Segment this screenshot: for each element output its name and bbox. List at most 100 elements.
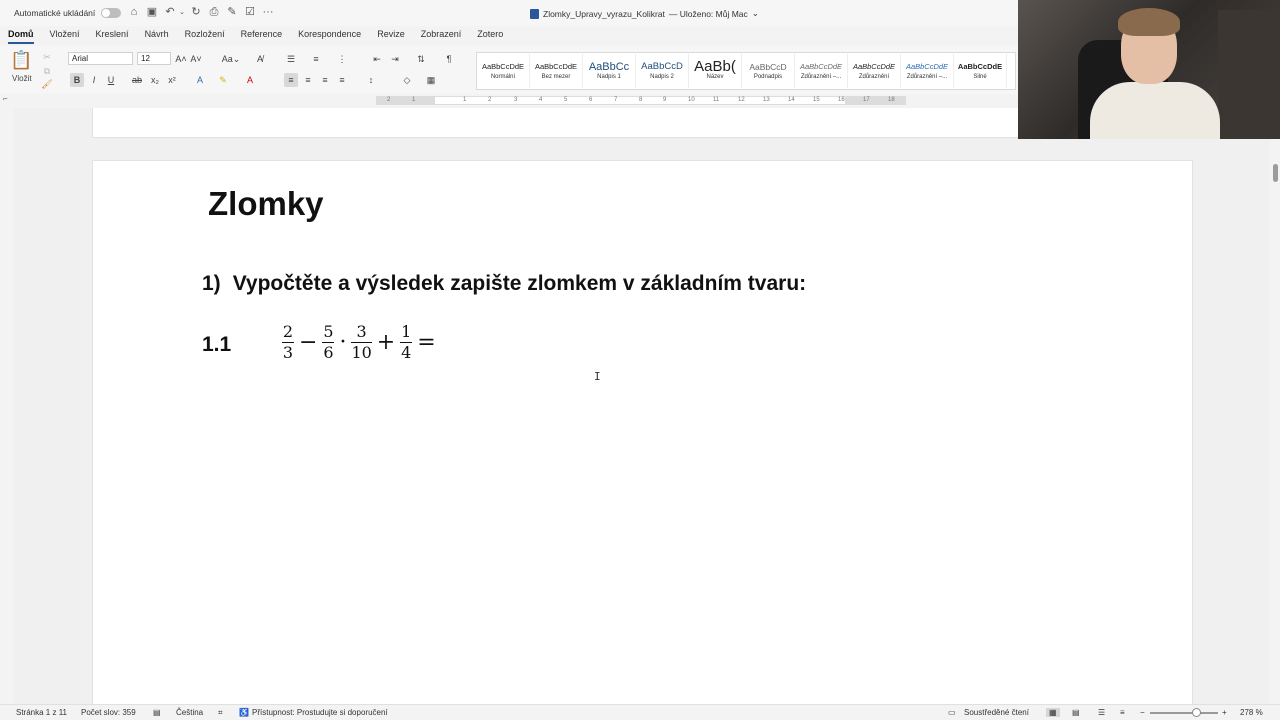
draft-view-icon[interactable]: ≡	[1120, 708, 1125, 717]
word-doc-icon	[530, 8, 539, 19]
style-heading-2[interactable]: AaBbCcD Nadpis 2	[636, 54, 689, 88]
shading-icon[interactable]: ◇	[400, 73, 414, 87]
paste-label[interactable]: Vložit	[12, 74, 32, 83]
chevron-down-icon[interactable]: ⌄	[752, 8, 759, 19]
fraction: 56	[322, 322, 335, 362]
numbering-icon[interactable]: ≡	[309, 52, 323, 66]
show-formatting-icon[interactable]: ¶	[442, 52, 456, 66]
document-name: Zlomky_Upravy_vyrazu_Kolikrat	[543, 8, 665, 19]
style-subtle-emphasis[interactable]: AaBbCcDdE Zdůraznění –...	[795, 54, 848, 88]
document-title[interactable]: Zlomky_Upravy_vyrazu_Kolikrat — Uloženo:…	[530, 8, 759, 19]
tab-view[interactable]: Zobrazení	[421, 26, 462, 46]
draw-icon[interactable]: ✎	[226, 6, 238, 19]
print-layout-icon[interactable]: ▦	[1046, 708, 1060, 717]
multilevel-list-icon[interactable]: ⋮	[335, 52, 349, 66]
accessibility-icon[interactable]: ♿	[239, 708, 249, 717]
font-name-select[interactable]: Arial	[68, 52, 133, 65]
tab-mailings[interactable]: Korespondence	[298, 26, 361, 46]
operator: ·	[339, 330, 347, 355]
zoom-slider[interactable]	[1150, 712, 1218, 714]
italic-button[interactable]: I	[87, 73, 101, 87]
more-icon[interactable]: ···	[262, 6, 274, 19]
subscript-button[interactable]: x₂	[148, 73, 162, 87]
borders-icon[interactable]: ▦	[424, 73, 438, 87]
web-layout-icon[interactable]: ▤	[1072, 708, 1080, 717]
align-center-icon[interactable]: ≡	[301, 73, 315, 87]
style-subtitle[interactable]: AaBbCcD Podnadpis	[742, 54, 795, 88]
document-heading[interactable]: Zlomky	[208, 185, 324, 223]
language-indicator[interactable]: Čeština	[176, 708, 203, 717]
tab-home[interactable]: Domů	[8, 26, 34, 44]
strikethrough-button[interactable]: ab	[130, 73, 144, 87]
focus-mode-label[interactable]: Soustředěné čtení	[964, 708, 1029, 717]
underline-button[interactable]: U	[104, 73, 118, 87]
bold-button[interactable]: B	[70, 73, 84, 87]
text-effects-icon[interactable]: A	[193, 73, 207, 87]
copy-icon[interactable]: ⧉	[40, 64, 54, 78]
tab-insert[interactable]: Vložení	[50, 26, 80, 46]
zoom-in-icon[interactable]: +	[1222, 708, 1227, 717]
home-icon[interactable]: ⌂	[128, 6, 140, 19]
style-title[interactable]: AaBb( Název	[689, 54, 742, 88]
sort-icon[interactable]: ⇅	[414, 52, 428, 66]
document-page[interactable]	[92, 160, 1193, 704]
document-canvas[interactable]	[14, 108, 1270, 704]
shrink-font-icon[interactable]: A˅	[189, 52, 203, 66]
task-line[interactable]: 1) Vypočtěte a výsledek zapište zlomkem …	[202, 272, 806, 296]
style-no-spacing[interactable]: AaBbCcDdE Bez mezer	[530, 54, 583, 88]
cut-icon[interactable]: ✂	[40, 50, 54, 64]
change-case-icon[interactable]: Aa⌄	[220, 52, 242, 66]
font-size-select[interactable]: 12	[137, 52, 171, 65]
zoom-out-icon[interactable]: −	[1140, 708, 1145, 717]
style-emphasis[interactable]: AaBbCcDdE Zdůraznění	[848, 54, 901, 88]
save-icon[interactable]: ▣	[146, 6, 158, 19]
vertical-scrollbar[interactable]	[1273, 164, 1278, 182]
page-indicator[interactable]: Stránka 1 z 11	[16, 708, 67, 717]
tab-design[interactable]: Návrh	[145, 26, 169, 46]
decrease-indent-icon[interactable]: ⇤	[370, 52, 384, 66]
saved-status: — Uloženo: Můj Mac	[668, 8, 748, 19]
tab-layout[interactable]: Rozložení	[185, 26, 225, 46]
form-icon[interactable]: ☑	[244, 6, 256, 19]
style-intense-emphasis[interactable]: AaBbCcDdE Zdůraznění –...	[901, 54, 954, 88]
superscript-button[interactable]: x²	[165, 73, 179, 87]
math-expression[interactable]: 23 − 56 · 3 10 + 14 =	[280, 323, 439, 362]
align-right-icon[interactable]: ≡	[318, 73, 332, 87]
task-text: Vypočtěte a výsledek zapište zlomkem v z…	[232, 272, 807, 295]
paste-icon[interactable]: 📋	[10, 50, 32, 71]
outline-view-icon[interactable]: ☰	[1098, 708, 1105, 717]
bullets-icon[interactable]: ☰	[284, 52, 298, 66]
webcam-overlay	[1018, 0, 1280, 139]
clear-formatting-icon[interactable]: A̸	[253, 52, 267, 66]
autosave-toggle[interactable]	[101, 8, 121, 18]
justify-icon[interactable]: ≡	[335, 73, 349, 87]
style-heading-1[interactable]: AaBbCc Nadpis 1	[583, 54, 636, 88]
print-icon[interactable]: ⎙	[208, 6, 220, 19]
undo-dropdown-icon[interactable]: ⌄	[176, 6, 188, 19]
tab-draw[interactable]: Kreslení	[96, 26, 129, 46]
zoom-slider-handle[interactable]	[1192, 708, 1201, 717]
format-painter-icon[interactable]: 🖌	[40, 77, 54, 91]
redo-icon[interactable]: ↻	[190, 6, 202, 19]
font-color-icon[interactable]: A	[243, 73, 257, 87]
style-normal[interactable]: AaBbCcDdE Normální	[477, 54, 530, 88]
line-spacing-icon[interactable]: ↕	[364, 73, 378, 87]
tab-references[interactable]: Reference	[241, 26, 283, 46]
status-bar: Stránka 1 z 11 Počet slov: 359 ▤ Čeština…	[0, 704, 1280, 720]
accessibility-status[interactable]: Přístupnost: Prostudujte si doporučení	[252, 708, 388, 717]
track-changes-icon[interactable]: ⌗	[218, 708, 223, 718]
undo-icon[interactable]: ↶	[164, 6, 176, 19]
align-left-icon[interactable]: ≡	[284, 73, 298, 87]
horizontal-ruler[interactable]: 2 1 1 2 3 4 5 6 7 8 9 10 11 12 13 14 15 …	[376, 96, 906, 105]
word-count[interactable]: Počet slov: 359	[81, 708, 136, 717]
proofing-icon[interactable]: ▤	[153, 708, 161, 717]
highlight-icon[interactable]: ✎	[216, 73, 230, 87]
focus-icon[interactable]: ▭	[948, 708, 956, 717]
zoom-level[interactable]: 278 %	[1240, 708, 1263, 717]
tab-stop-icon[interactable]: ⌐	[3, 94, 8, 103]
tab-review[interactable]: Revize	[377, 26, 405, 46]
tab-zotero[interactable]: Zotero	[477, 26, 503, 46]
grow-font-icon[interactable]: A˄	[174, 52, 188, 66]
increase-indent-icon[interactable]: ⇥	[388, 52, 402, 66]
style-strong[interactable]: AaBbCcDdE Silné	[954, 54, 1007, 88]
